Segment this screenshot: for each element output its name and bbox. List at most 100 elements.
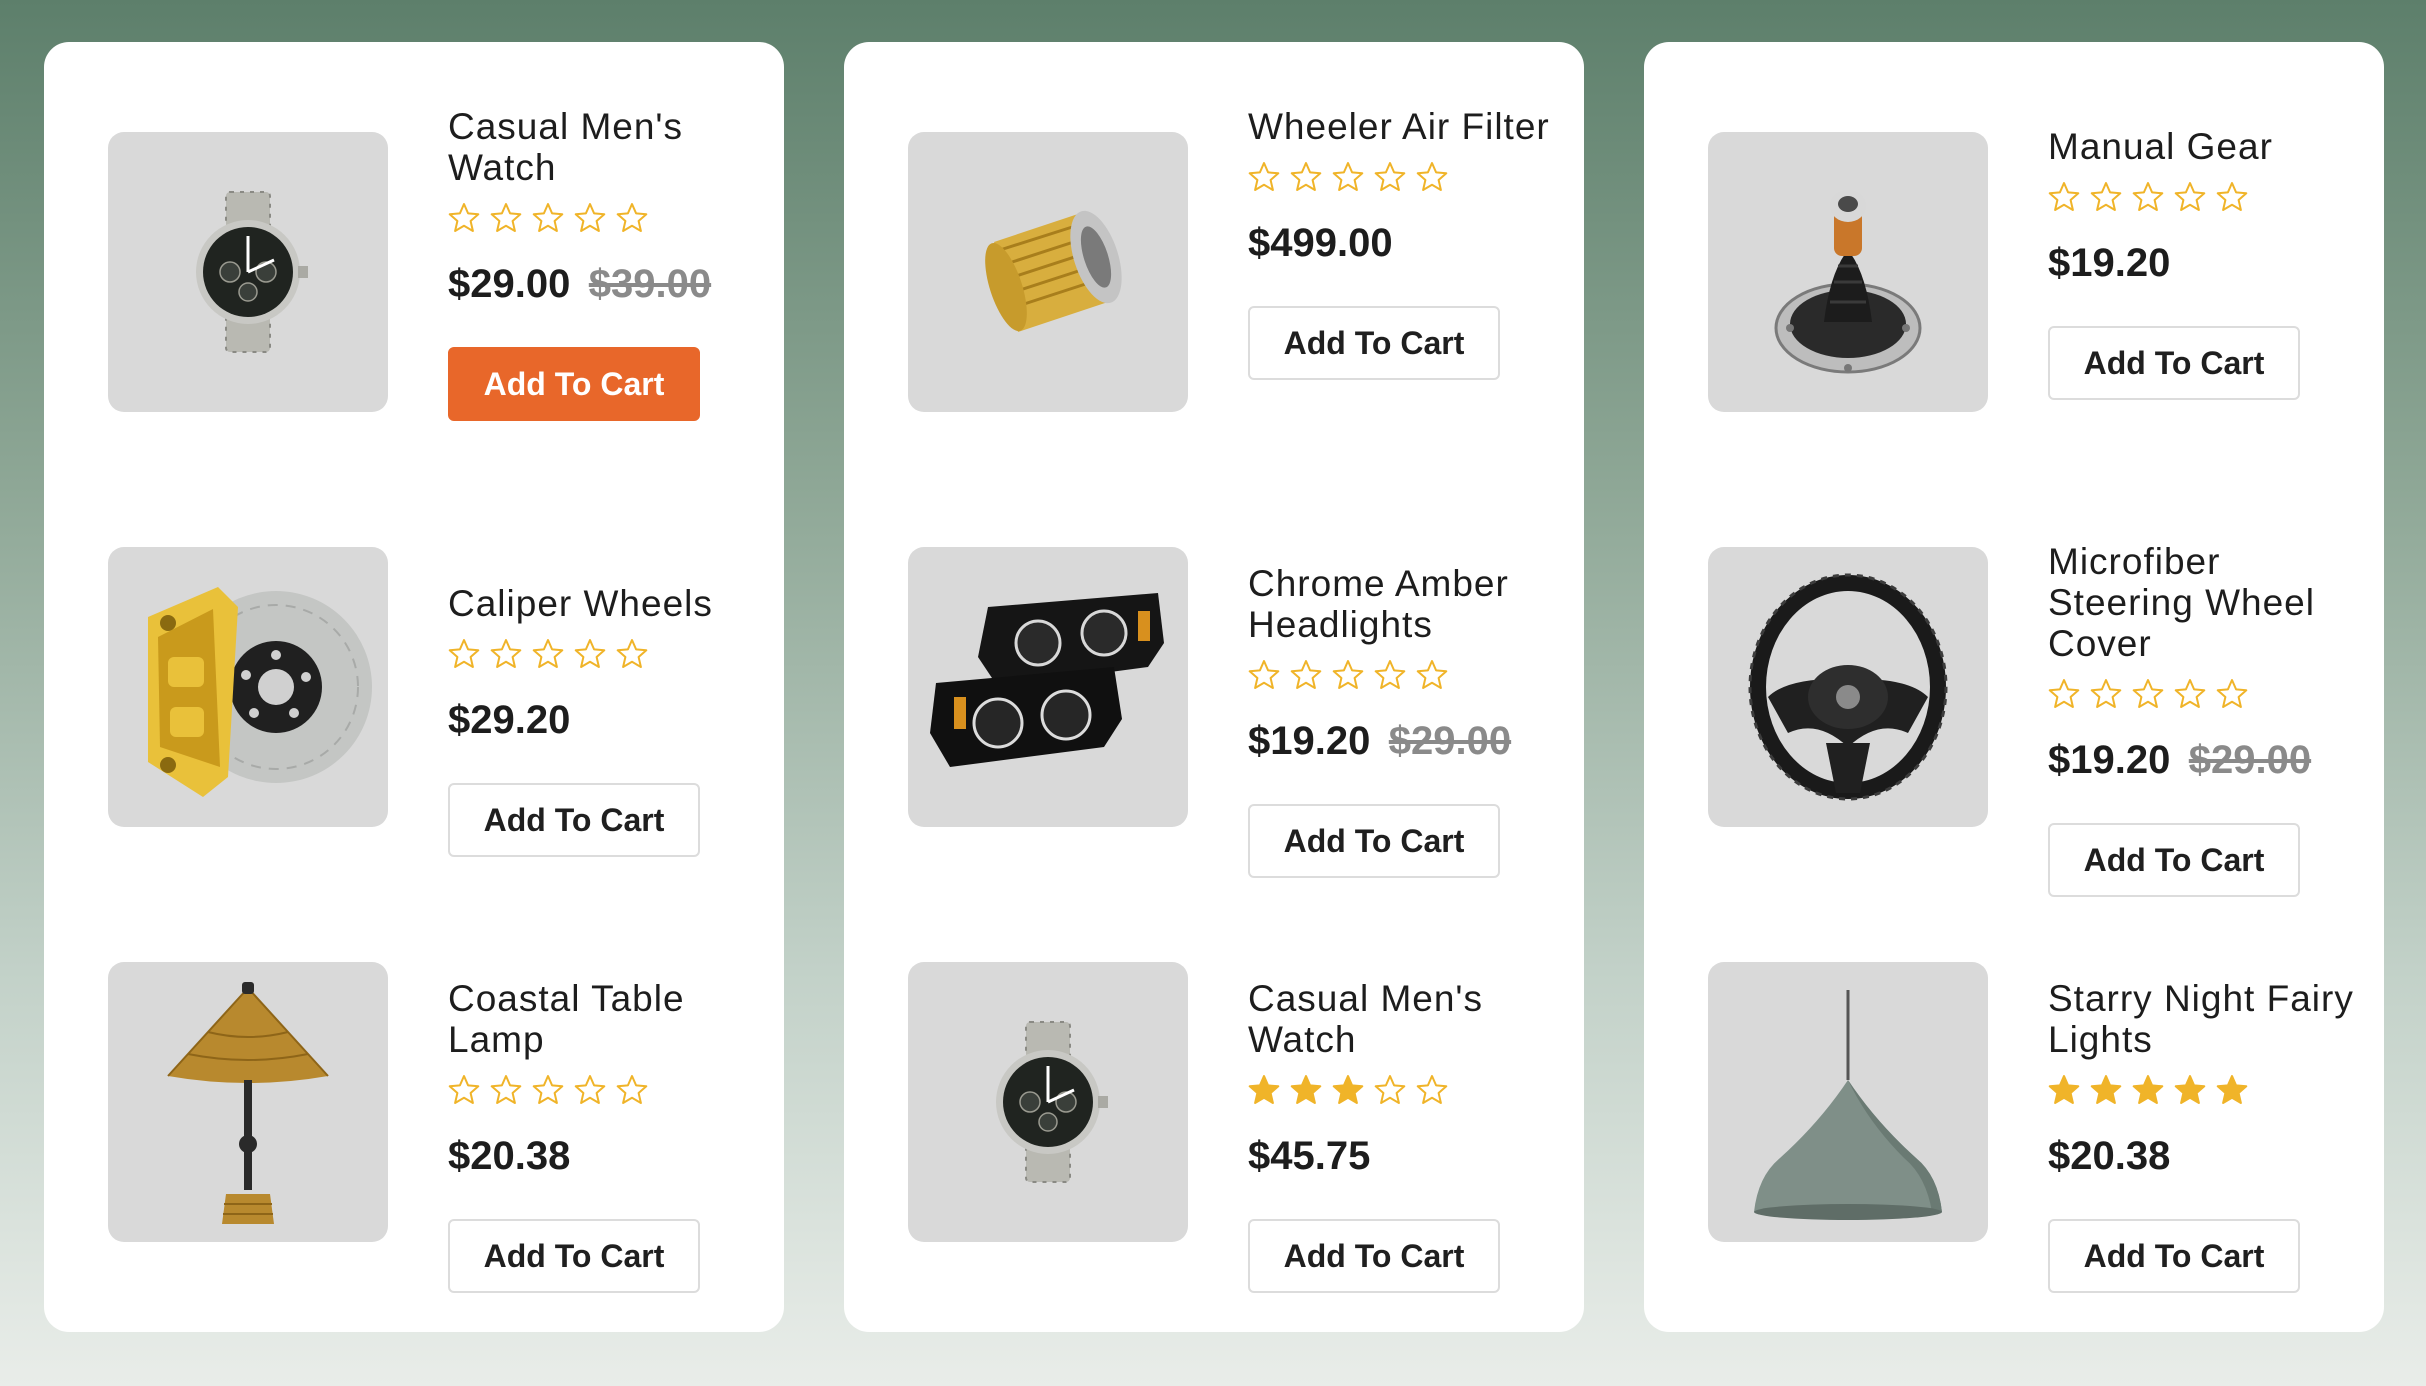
star-outline-icon bbox=[2132, 182, 2164, 211]
rating-stars bbox=[2048, 678, 2368, 714]
add-to-cart-button[interactable]: Add To Cart bbox=[1248, 1219, 1500, 1293]
product-title[interactable]: Wheeler Air Filter bbox=[1248, 106, 1568, 147]
star-outline-icon bbox=[448, 203, 480, 232]
star-filled-icon bbox=[2132, 1075, 2164, 1104]
star-outline-icon bbox=[2132, 679, 2164, 708]
star-outline-icon bbox=[2090, 679, 2122, 708]
star-outline-icon bbox=[2174, 679, 2206, 708]
current-price: $45.75 bbox=[1248, 1134, 1371, 1178]
current-price: $20.38 bbox=[2048, 1134, 2171, 1178]
product-thumbnail[interactable] bbox=[108, 962, 388, 1242]
product-title[interactable]: Coastal Table Lamp bbox=[448, 978, 768, 1060]
star-outline-icon bbox=[448, 639, 480, 668]
price-row: $19.20 $29.00 bbox=[1248, 719, 1568, 764]
product-title[interactable]: Casual Men's Watch bbox=[1248, 978, 1568, 1060]
product-title[interactable]: Manual Gear bbox=[2048, 126, 2368, 167]
add-to-cart-button[interactable]: Add To Cart bbox=[2048, 326, 2300, 400]
star-outline-icon bbox=[490, 639, 522, 668]
original-price: $29.00 bbox=[2188, 738, 2312, 782]
product-title[interactable]: Casual Men's Watch bbox=[448, 106, 768, 188]
product-card: Casual Men's Watch $29.00 $39.00 Add To … bbox=[44, 42, 784, 421]
add-to-cart-button[interactable]: Add To Cart bbox=[1248, 804, 1500, 878]
product-card: Starry Night Fairy Lights $20.38 Add To … bbox=[1644, 872, 2384, 1293]
rating-stars bbox=[2048, 1074, 2368, 1110]
star-outline-icon bbox=[532, 203, 564, 232]
product-thumbnail[interactable] bbox=[908, 547, 1188, 827]
air-filter-icon bbox=[985, 210, 1122, 332]
price-row: $20.38 bbox=[448, 1134, 768, 1179]
original-price: $29.00 bbox=[1388, 719, 1512, 763]
product-card: Caliper Wheels $29.20 Add To Cart bbox=[44, 457, 784, 857]
product-thumbnail[interactable] bbox=[908, 132, 1188, 412]
star-outline-icon bbox=[2216, 182, 2248, 211]
star-filled-icon bbox=[1290, 1075, 1322, 1104]
rating-stars bbox=[1248, 1074, 1568, 1110]
product-card: Manual Gear $19.20 Add To Cart bbox=[1644, 42, 2384, 412]
product-thumbnail[interactable] bbox=[908, 962, 1188, 1242]
product-info: Casual Men's Watch $45.75 Add To Cart bbox=[1248, 978, 1568, 1293]
star-outline-icon bbox=[1416, 162, 1448, 191]
product-thumbnail[interactable] bbox=[1708, 962, 1988, 1242]
rating-stars bbox=[448, 202, 768, 238]
price-row: $20.38 bbox=[2048, 1134, 2368, 1179]
brake-caliper-icon bbox=[148, 587, 372, 797]
star-outline-icon bbox=[1332, 162, 1364, 191]
star-outline-icon bbox=[1290, 660, 1322, 689]
product-grid: Casual Men's Watch $29.00 $39.00 Add To … bbox=[0, 0, 2426, 1386]
rating-stars bbox=[448, 638, 768, 674]
current-price: $19.20 bbox=[2048, 738, 2171, 782]
add-to-cart-button[interactable]: Add To Cart bbox=[448, 347, 700, 421]
table-lamp-icon bbox=[167, 982, 329, 1224]
steering-wheel-icon bbox=[1748, 573, 1948, 801]
star-outline-icon bbox=[490, 1075, 522, 1104]
product-thumbnail[interactable] bbox=[1708, 132, 1988, 412]
rating-stars bbox=[448, 1074, 768, 1110]
add-to-cart-button[interactable]: Add To Cart bbox=[1248, 306, 1500, 380]
star-outline-icon bbox=[1248, 162, 1280, 191]
watch-icon bbox=[196, 191, 308, 353]
current-price: $29.20 bbox=[448, 698, 571, 742]
product-thumbnail[interactable] bbox=[1708, 547, 1988, 827]
headlights-icon bbox=[930, 593, 1164, 767]
product-card: Casual Men's Watch $45.75 Add To Cart bbox=[844, 872, 1584, 1293]
star-filled-icon bbox=[1248, 1075, 1280, 1104]
product-info: Microfiber Steering Wheel Cover $19.20 $… bbox=[2048, 541, 2368, 897]
rating-stars bbox=[2048, 181, 2368, 217]
current-price: $499.00 bbox=[1248, 221, 1393, 265]
product-info: Starry Night Fairy Lights $20.38 Add To … bbox=[2048, 978, 2368, 1293]
star-outline-icon bbox=[1416, 1075, 1448, 1104]
product-thumbnail[interactable] bbox=[108, 132, 388, 412]
product-title[interactable]: Chrome Amber Headlights bbox=[1248, 563, 1568, 645]
star-outline-icon bbox=[616, 203, 648, 232]
star-filled-icon bbox=[1332, 1075, 1364, 1104]
product-title[interactable]: Starry Night Fairy Lights bbox=[2048, 978, 2368, 1060]
product-title[interactable]: Microfiber Steering Wheel Cover bbox=[2048, 541, 2368, 664]
star-outline-icon bbox=[1374, 660, 1406, 689]
star-filled-icon bbox=[2216, 1075, 2248, 1104]
star-outline-icon bbox=[1374, 1075, 1406, 1104]
rating-stars bbox=[1248, 659, 1568, 695]
rating-stars bbox=[1248, 161, 1568, 197]
star-filled-icon bbox=[2090, 1075, 2122, 1104]
watch-icon bbox=[996, 1021, 1108, 1183]
product-panel-3: Manual Gear $19.20 Add To Cart Microfibe… bbox=[1644, 42, 2384, 1332]
product-info: Coastal Table Lamp $20.38 Add To Cart bbox=[448, 978, 768, 1293]
price-row: $19.20 bbox=[2048, 241, 2368, 286]
star-outline-icon bbox=[448, 1075, 480, 1104]
current-price: $19.20 bbox=[2048, 241, 2171, 285]
product-thumbnail[interactable] bbox=[108, 547, 388, 827]
star-outline-icon bbox=[1374, 162, 1406, 191]
current-price: $20.38 bbox=[448, 1134, 571, 1178]
product-info: Casual Men's Watch $29.00 $39.00 Add To … bbox=[448, 106, 768, 421]
product-title[interactable]: Caliper Wheels bbox=[448, 583, 768, 624]
add-to-cart-button[interactable]: Add To Cart bbox=[448, 783, 700, 857]
product-panel-1: Casual Men's Watch $29.00 $39.00 Add To … bbox=[44, 42, 784, 1332]
add-to-cart-button[interactable]: Add To Cart bbox=[448, 1219, 700, 1293]
product-card: Wheeler Air Filter $499.00 Add To Cart bbox=[844, 42, 1584, 412]
star-outline-icon bbox=[532, 639, 564, 668]
star-outline-icon bbox=[1332, 660, 1364, 689]
star-outline-icon bbox=[2174, 182, 2206, 211]
star-filled-icon bbox=[2048, 1075, 2080, 1104]
add-to-cart-button[interactable]: Add To Cart bbox=[2048, 1219, 2300, 1293]
product-info: Chrome Amber Headlights $19.20 $29.00 Ad… bbox=[1248, 563, 1568, 878]
